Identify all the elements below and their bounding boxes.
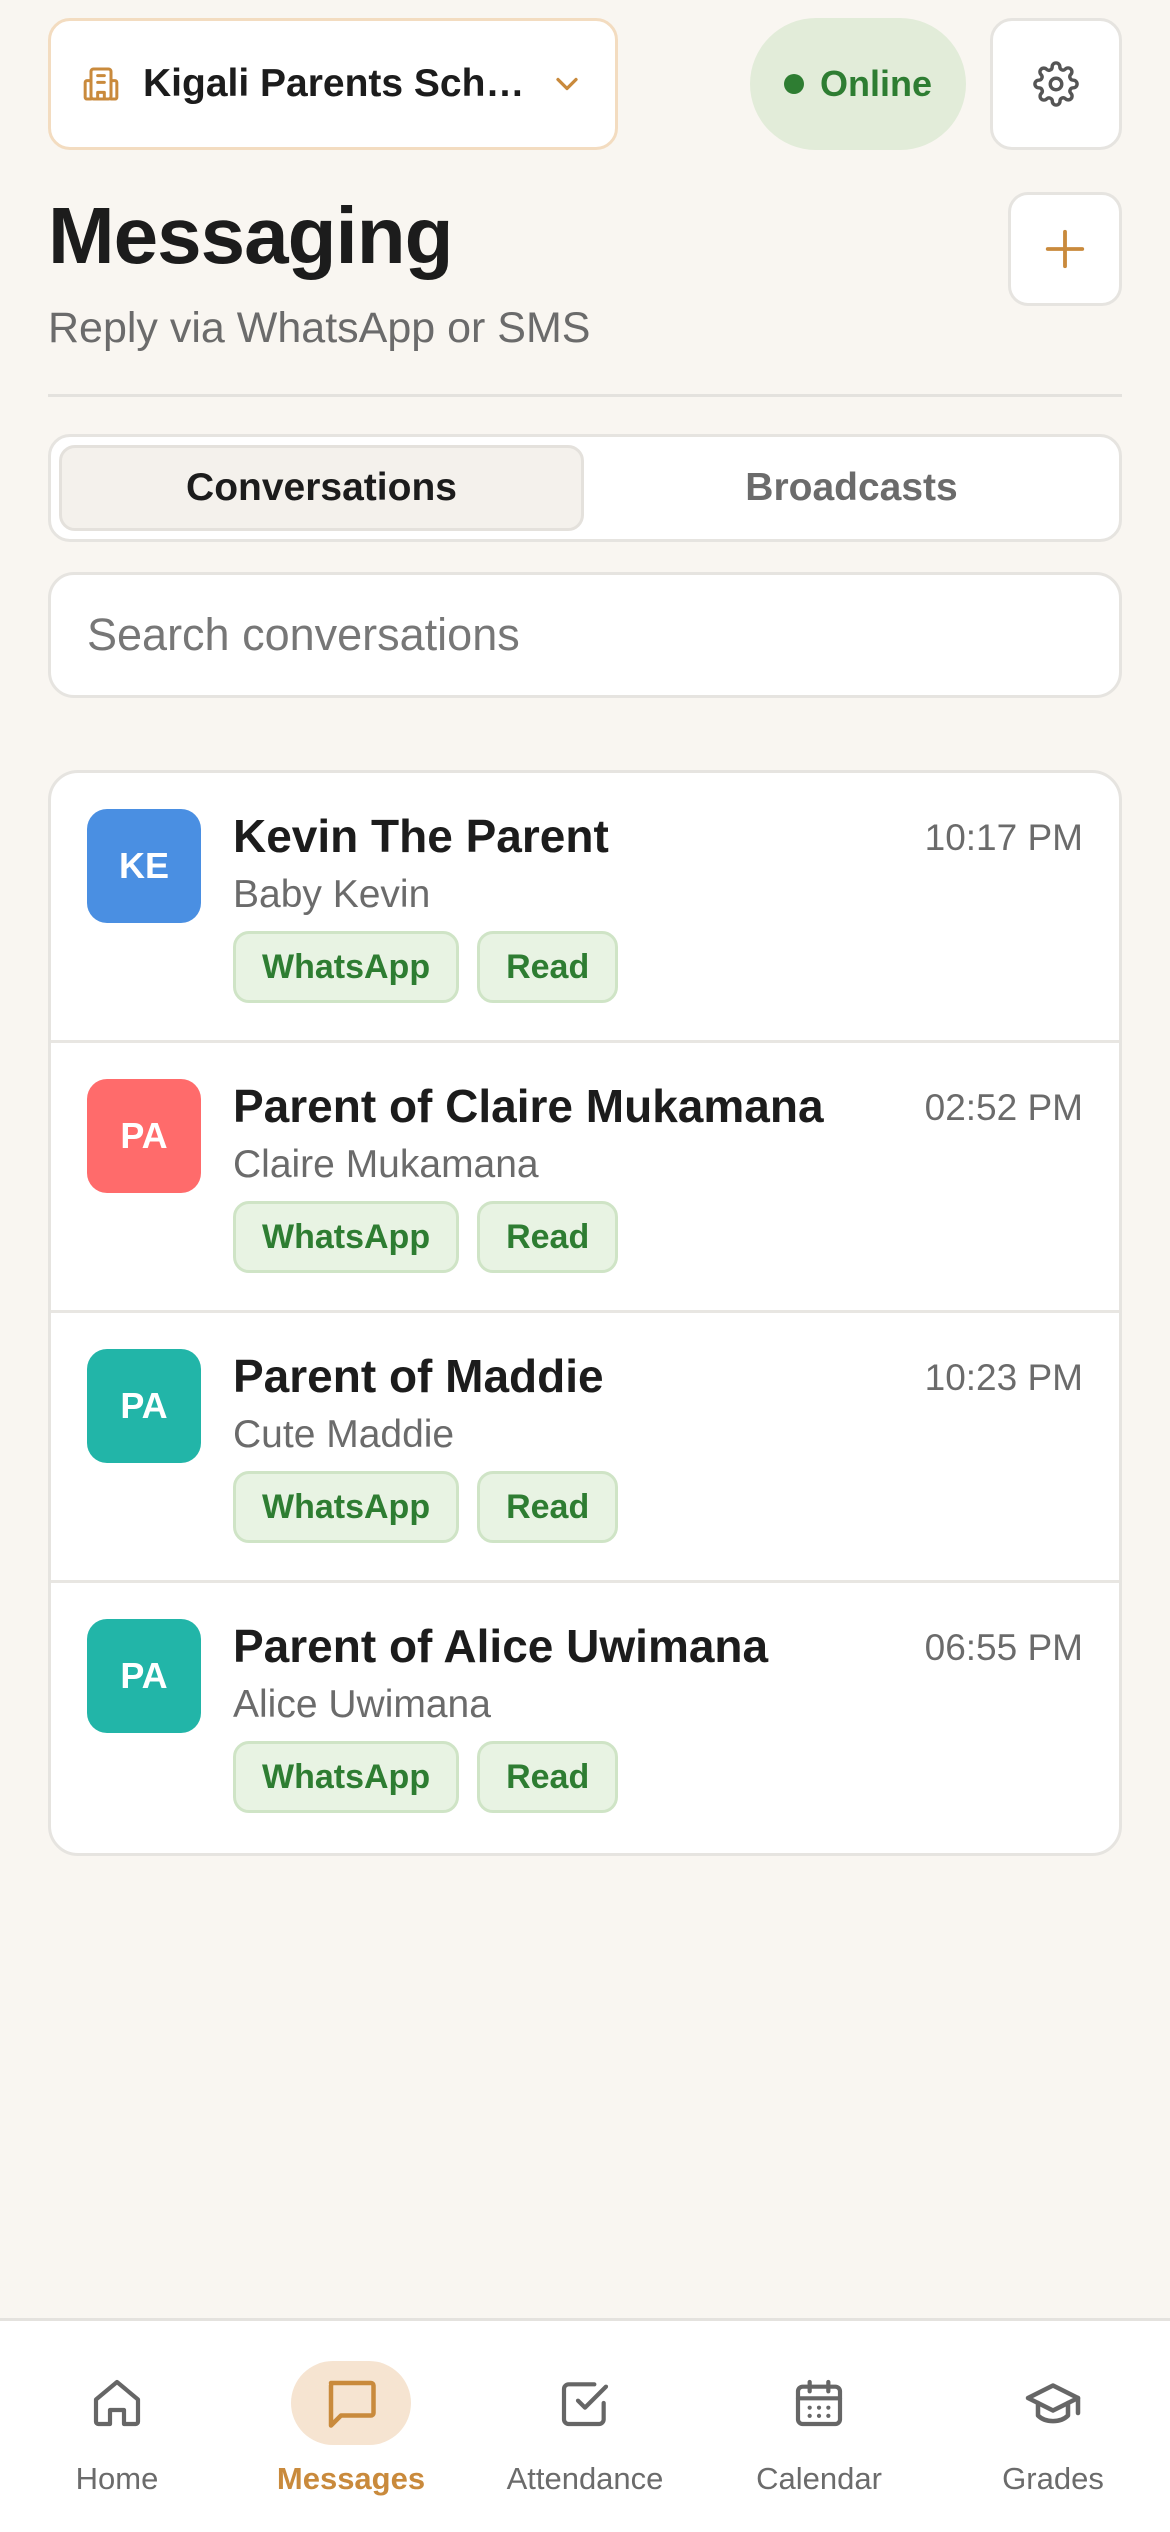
- conversation-badges: WhatsApp Read: [233, 1201, 619, 1273]
- nav-label: Home: [75, 2461, 159, 2496]
- student-name: Baby Kevin: [233, 873, 431, 916]
- conversation-badges: WhatsApp Read: [233, 1471, 619, 1543]
- calendar-icon: [759, 2361, 879, 2445]
- search-box: [48, 572, 1122, 698]
- conversation-badges: WhatsApp Read: [233, 931, 619, 1003]
- school-selector[interactable]: Kigali Parents School: [48, 18, 618, 150]
- conversation-badges: WhatsApp Read: [233, 1741, 619, 1813]
- page-subtitle: Reply via WhatsApp or SMS: [48, 304, 591, 352]
- conversation-time: 10:23 PM: [924, 1357, 1083, 1398]
- conversation-item[interactable]: PA Parent of Claire Mukamana 02:52 PM Cl…: [51, 1043, 1119, 1313]
- nav-item-calendar[interactable]: Calendar: [702, 2321, 936, 2532]
- student-name: Claire Mukamana: [233, 1143, 539, 1186]
- conversation-item[interactable]: KE Kevin The Parent 10:17 PM Baby Kevin …: [51, 773, 1119, 1043]
- header-divider: [48, 394, 1122, 397]
- channel-badge: WhatsApp: [233, 1201, 460, 1273]
- nav-item-grades[interactable]: Grades: [936, 2321, 1170, 2532]
- online-status-label: Online: [819, 63, 932, 104]
- messaging-screen: Kigali Parents School Online Messaging R…: [0, 0, 1170, 2532]
- nav-label: Attendance: [506, 2461, 664, 2496]
- bottom-nav: Home Messages Attendance Calendar Grades: [0, 2318, 1170, 2532]
- conversation-name: Parent of Alice Uwimana: [233, 1620, 769, 1672]
- messaging-tabs: Conversations Broadcasts: [48, 434, 1122, 542]
- checkbox-icon: [525, 2361, 645, 2445]
- student-name: Cute Maddie: [233, 1413, 455, 1456]
- building-icon: [83, 67, 119, 101]
- nav-item-attendance[interactable]: Attendance: [468, 2321, 702, 2532]
- tab-broadcasts[interactable]: Broadcasts: [592, 445, 1111, 531]
- channel-badge: WhatsApp: [233, 1741, 460, 1813]
- gear-icon: [1033, 61, 1079, 107]
- page-title: Messaging: [48, 191, 453, 280]
- nav-item-messages[interactable]: Messages: [234, 2321, 468, 2532]
- settings-button[interactable]: [990, 18, 1122, 150]
- channel-badge: WhatsApp: [233, 931, 460, 1003]
- conversation-item[interactable]: PA Parent of Maddie 10:23 PM Cute Maddie…: [51, 1313, 1119, 1583]
- nav-label: Calendar: [756, 2461, 882, 2496]
- read-status-badge: Read: [477, 1201, 619, 1273]
- message-icon: [291, 2361, 411, 2445]
- avatar: PA: [87, 1619, 201, 1733]
- read-status-badge: Read: [477, 1741, 619, 1813]
- plus-icon: [1045, 229, 1085, 269]
- online-status-badge: Online: [750, 18, 966, 150]
- graduation-cap-icon: [993, 2361, 1113, 2445]
- new-conversation-button[interactable]: [1008, 192, 1122, 306]
- search-input[interactable]: [87, 609, 1083, 661]
- conversation-name: Parent of Claire Mukamana: [233, 1080, 824, 1132]
- nav-item-home[interactable]: Home: [0, 2321, 234, 2532]
- conversation-name: Parent of Maddie: [233, 1350, 604, 1402]
- student-name: Alice Uwimana: [233, 1683, 491, 1726]
- online-dot-icon: [783, 74, 804, 94]
- conversation-list: KE Kevin The Parent 10:17 PM Baby Kevin …: [48, 770, 1122, 1856]
- nav-label: Grades: [1002, 2461, 1104, 2496]
- nav-label: Messages: [276, 2461, 426, 2496]
- channel-badge: WhatsApp: [233, 1471, 460, 1543]
- chevron-down-icon: [556, 77, 578, 91]
- conversation-time: 06:55 PM: [924, 1627, 1083, 1668]
- read-status-badge: Read: [477, 1471, 619, 1543]
- conversation-name: Kevin The Parent: [233, 810, 609, 862]
- tab-conversations[interactable]: Conversations: [59, 445, 584, 531]
- conversation-time: 10:17 PM: [924, 817, 1083, 858]
- avatar: PA: [87, 1349, 201, 1463]
- read-status-badge: Read: [477, 931, 619, 1003]
- school-name: Kigali Parents School: [143, 62, 531, 105]
- home-icon: [57, 2361, 177, 2445]
- avatar: PA: [87, 1079, 201, 1193]
- conversation-item[interactable]: PA Parent of Alice Uwimana 06:55 PM Alic…: [51, 1583, 1119, 1853]
- conversation-time: 02:52 PM: [924, 1087, 1083, 1128]
- avatar: KE: [87, 809, 201, 923]
